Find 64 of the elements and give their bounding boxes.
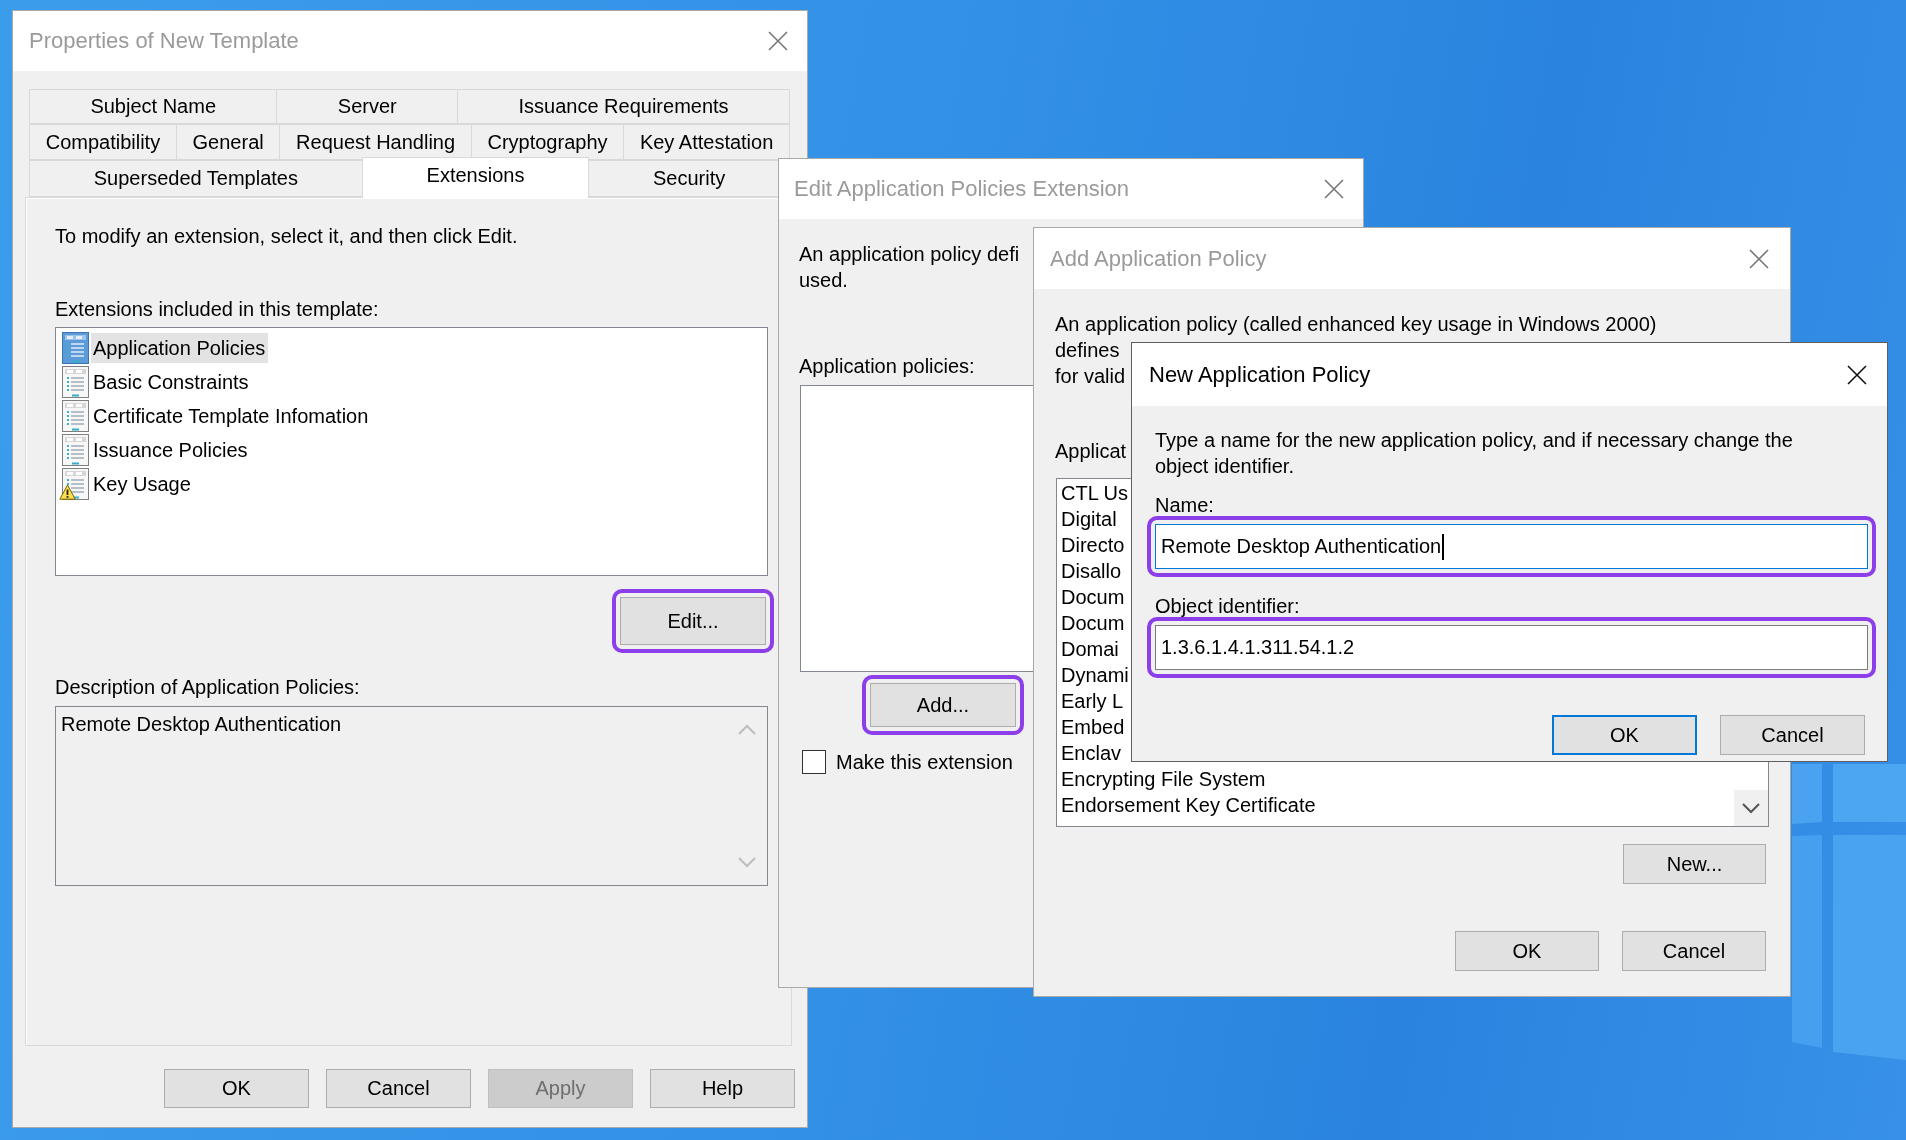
name-field[interactable]: Remote Desktop Authentication [1155,524,1868,569]
tab[interactable]: Key Attestation [623,124,790,160]
description-text: Remote Desktop Authentication [60,712,343,737]
checkbox-label: Make this extension [836,750,1013,774]
tab[interactable]: Server [276,89,459,124]
list-item[interactable]: Domai [1061,636,1119,662]
list-item[interactable]: Docum [1061,610,1125,636]
new-button[interactable]: New... [1623,844,1766,884]
dialog-button[interactable]: Cancel [1622,931,1766,971]
identifier-field[interactable]: 1.3.6.1.4.1.311.54.1.2 [1155,625,1868,670]
dialog-button[interactable]: Help [650,1069,795,1108]
intro-text: An application policy defi [799,242,1020,267]
window-title: Add Application Policy [1050,244,1267,273]
field-label: Name: [1155,494,1214,516]
tab[interactable]: Compatibility [29,124,177,160]
dialog-button[interactable]: Cancel [326,1069,471,1108]
list-item[interactable]: Digital [1061,506,1117,532]
tab[interactable]: Request Handling [279,124,472,160]
tab[interactable]: Issuance Requirements [457,89,790,124]
tab[interactable]: Subject Name [29,89,278,124]
intro-text: used. [799,268,848,293]
list-item[interactable]: Issuance Policies [91,435,251,465]
list-item[interactable]: Endorsement Key Certificate [1061,792,1316,818]
list-item[interactable]: Early L [1061,688,1124,714]
extensions-list[interactable]: Application Policies Basic Constraints Certificate Template Infomation Issuance Policies Key Usage [55,327,768,576]
list-item[interactable]: Key Usage [91,469,194,499]
chevron-down-icon[interactable] [1734,790,1768,826]
window-title: Properties of New Template [29,27,299,55]
field-label: Object identifier: [1155,595,1300,617]
list-item[interactable]: Disallo [1061,558,1122,584]
tab[interactable]: General [175,124,281,160]
instruction-text: To modify an extension, select it, and then click Edit. [55,224,518,248]
dialog-button[interactable]: OK [1455,931,1599,971]
list-item[interactable]: Directo [1061,532,1125,558]
list-item[interactable]: Docum [1061,584,1125,610]
edit-button[interactable]: Edit... [620,597,766,645]
intro-text: An application policy (called enhanced key usage in Windows 2000) [1055,312,1657,337]
text-cursor [1442,533,1445,560]
list-item[interactable]: Enclav [1061,740,1122,766]
checkbox[interactable] [802,750,826,774]
dialog-button[interactable]: Cancel [1720,715,1865,755]
intro-text: defines [1055,338,1120,363]
list-item[interactable]: Basic Constraints [91,367,252,397]
close-icon[interactable] [1847,364,1867,385]
tab[interactable]: Superseded Templates [29,160,363,197]
add-button[interactable]: Add... [870,683,1016,727]
window-title: New Application Policy [1149,360,1371,389]
list-label: Extensions included in this template: [55,297,379,321]
description-label: Description of Application Policies: [55,675,360,699]
list-item[interactable]: Certificate Template Infomation [91,401,372,431]
dialog-button[interactable]: OK [164,1069,309,1108]
tab[interactable]: Extensions [361,157,590,198]
dialog-button[interactable]: OK [1552,715,1697,755]
list-item[interactable]: Embed [1061,714,1125,740]
window-title: Edit Application Policies Extension [794,175,1130,203]
list-item[interactable]: CTL Us [1061,480,1129,506]
list-item[interactable]: Dynami [1061,662,1129,688]
list-item[interactable]: Encrypting File System [1061,766,1266,792]
instruction-text: Type a name for the new application policy, and if necessary change the object identifier. [1155,428,1793,479]
list-label: Application policies: [799,354,975,378]
list-item[interactable]: Application Policies [91,333,269,363]
tab[interactable]: Cryptography [470,124,625,160]
intro-text: for valid [1055,364,1126,389]
list-label: Applicat [1055,439,1127,463]
